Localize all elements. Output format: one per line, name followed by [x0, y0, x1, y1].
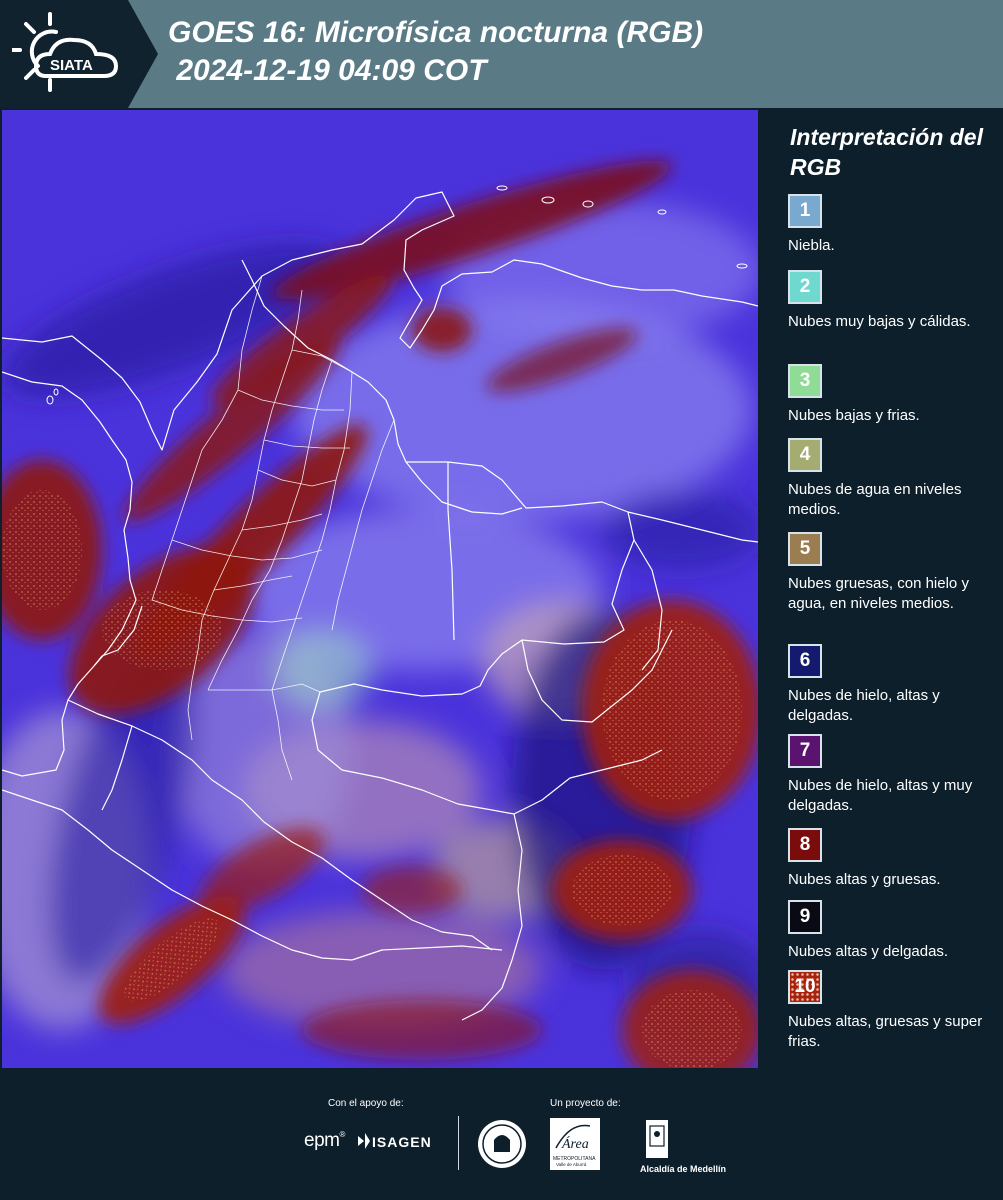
satellite-map[interactable]: [2, 110, 758, 1068]
legend-description: Niebla.: [788, 237, 835, 254]
footer-divider: [458, 1116, 459, 1170]
title-line-1: GOES 16: Microfísica nocturna (RGB): [168, 16, 704, 49]
area-logo-text: Área: [561, 1135, 589, 1152]
logo-chevron: [128, 0, 158, 108]
footer: Con el apoyo de: Un proyecto de: epm® IS…: [0, 1070, 1003, 1200]
legend-swatch: 9: [788, 900, 822, 934]
legend-item: 10 Nubes altas, gruesas y super frias.: [788, 970, 998, 1052]
legend-item: 7 Nubes de hielo, altas y muy delgadas.: [788, 734, 998, 816]
legend-description: Nubes de hielo, altas y delgadas.: [788, 687, 940, 724]
legend-swatch: 1: [788, 194, 822, 228]
area-metropolitana-logo: Área METROPOLITANA Valle de Aburrá: [550, 1118, 600, 1170]
area-logo-sub2: Valle de Aburrá: [556, 1162, 587, 1167]
legend-swatch: 7: [788, 734, 822, 768]
epm-logo: epm®: [304, 1130, 345, 1151]
header: SIATA GOES 16: Microfísica nocturna (RGB…: [0, 0, 1003, 108]
project-label: Un proyecto de:: [550, 1098, 621, 1109]
siata-logo-text: SIATA: [50, 57, 93, 74]
legend-item: 8 Nubes altas y gruesas.: [788, 828, 998, 890]
legend-swatch: 4: [788, 438, 822, 472]
legend-description: Nubes muy bajas y cálidas.: [788, 313, 971, 330]
title-line-2: 2024-12-19 04:09 COT: [168, 54, 487, 87]
legend-description: Nubes altas y gruesas.: [788, 871, 941, 888]
legend-item: 4 Nubes de agua en niveles medios.: [788, 438, 998, 520]
legend-item: 6 Nubes de hielo, altas y delgadas.: [788, 644, 998, 726]
legend-description: Nubes altas, gruesas y super frias.: [788, 1013, 983, 1050]
legend-panel: Interpretación del RGB 1 Niebla. 2 Nubes mu…: [760, 108, 1003, 1070]
legend-description: Nubes de hielo, altas y muy delgadas.: [788, 777, 973, 814]
legend-description: Nubes altas y delgadas.: [788, 943, 949, 960]
isagen-logo: ISAGEN: [372, 1134, 432, 1150]
satellite-image: [2, 110, 758, 1068]
legend-swatch: 3: [788, 364, 822, 398]
support-label: Con el apoyo de:: [328, 1098, 404, 1109]
legend-swatch: 10: [788, 970, 822, 1004]
legend-swatch: 8: [788, 828, 822, 862]
legend-item: 1 Niebla.: [788, 194, 998, 256]
legend-description: Nubes de agua en niveles medios.: [788, 481, 962, 518]
alcaldia-logo: Alcaldía de Medellín: [640, 1164, 727, 1174]
legend-title: Interpretación del RGB: [790, 124, 983, 180]
coat-of-arms-icon: [646, 1120, 668, 1158]
legend-item: 9 Nubes altas y delgadas.: [788, 900, 998, 962]
legend-item: 3 Nubes bajas y frias.: [788, 364, 998, 426]
legend-description: Nubes bajas y frias.: [788, 407, 920, 424]
isagen-icon: [358, 1133, 370, 1149]
legend-item: 5 Nubes gruesas, con hielo y agua, en niv…: [788, 532, 998, 614]
epm-logo-text: epm: [304, 1130, 340, 1151]
legend-swatch: 5: [788, 532, 822, 566]
legend-item: 2 Nubes muy bajas y cálidas.: [788, 270, 998, 332]
seal-icon: [478, 1120, 526, 1168]
legend-swatch: 6: [788, 644, 822, 678]
legend-swatch: 2: [788, 270, 822, 304]
legend-description: Nubes gruesas, con hielo y agua, en nive…: [788, 575, 969, 612]
siata-logo: SIATA: [12, 12, 119, 92]
page-title: GOES 16: Microfísica nocturna (RGB) 2024…: [168, 14, 703, 90]
